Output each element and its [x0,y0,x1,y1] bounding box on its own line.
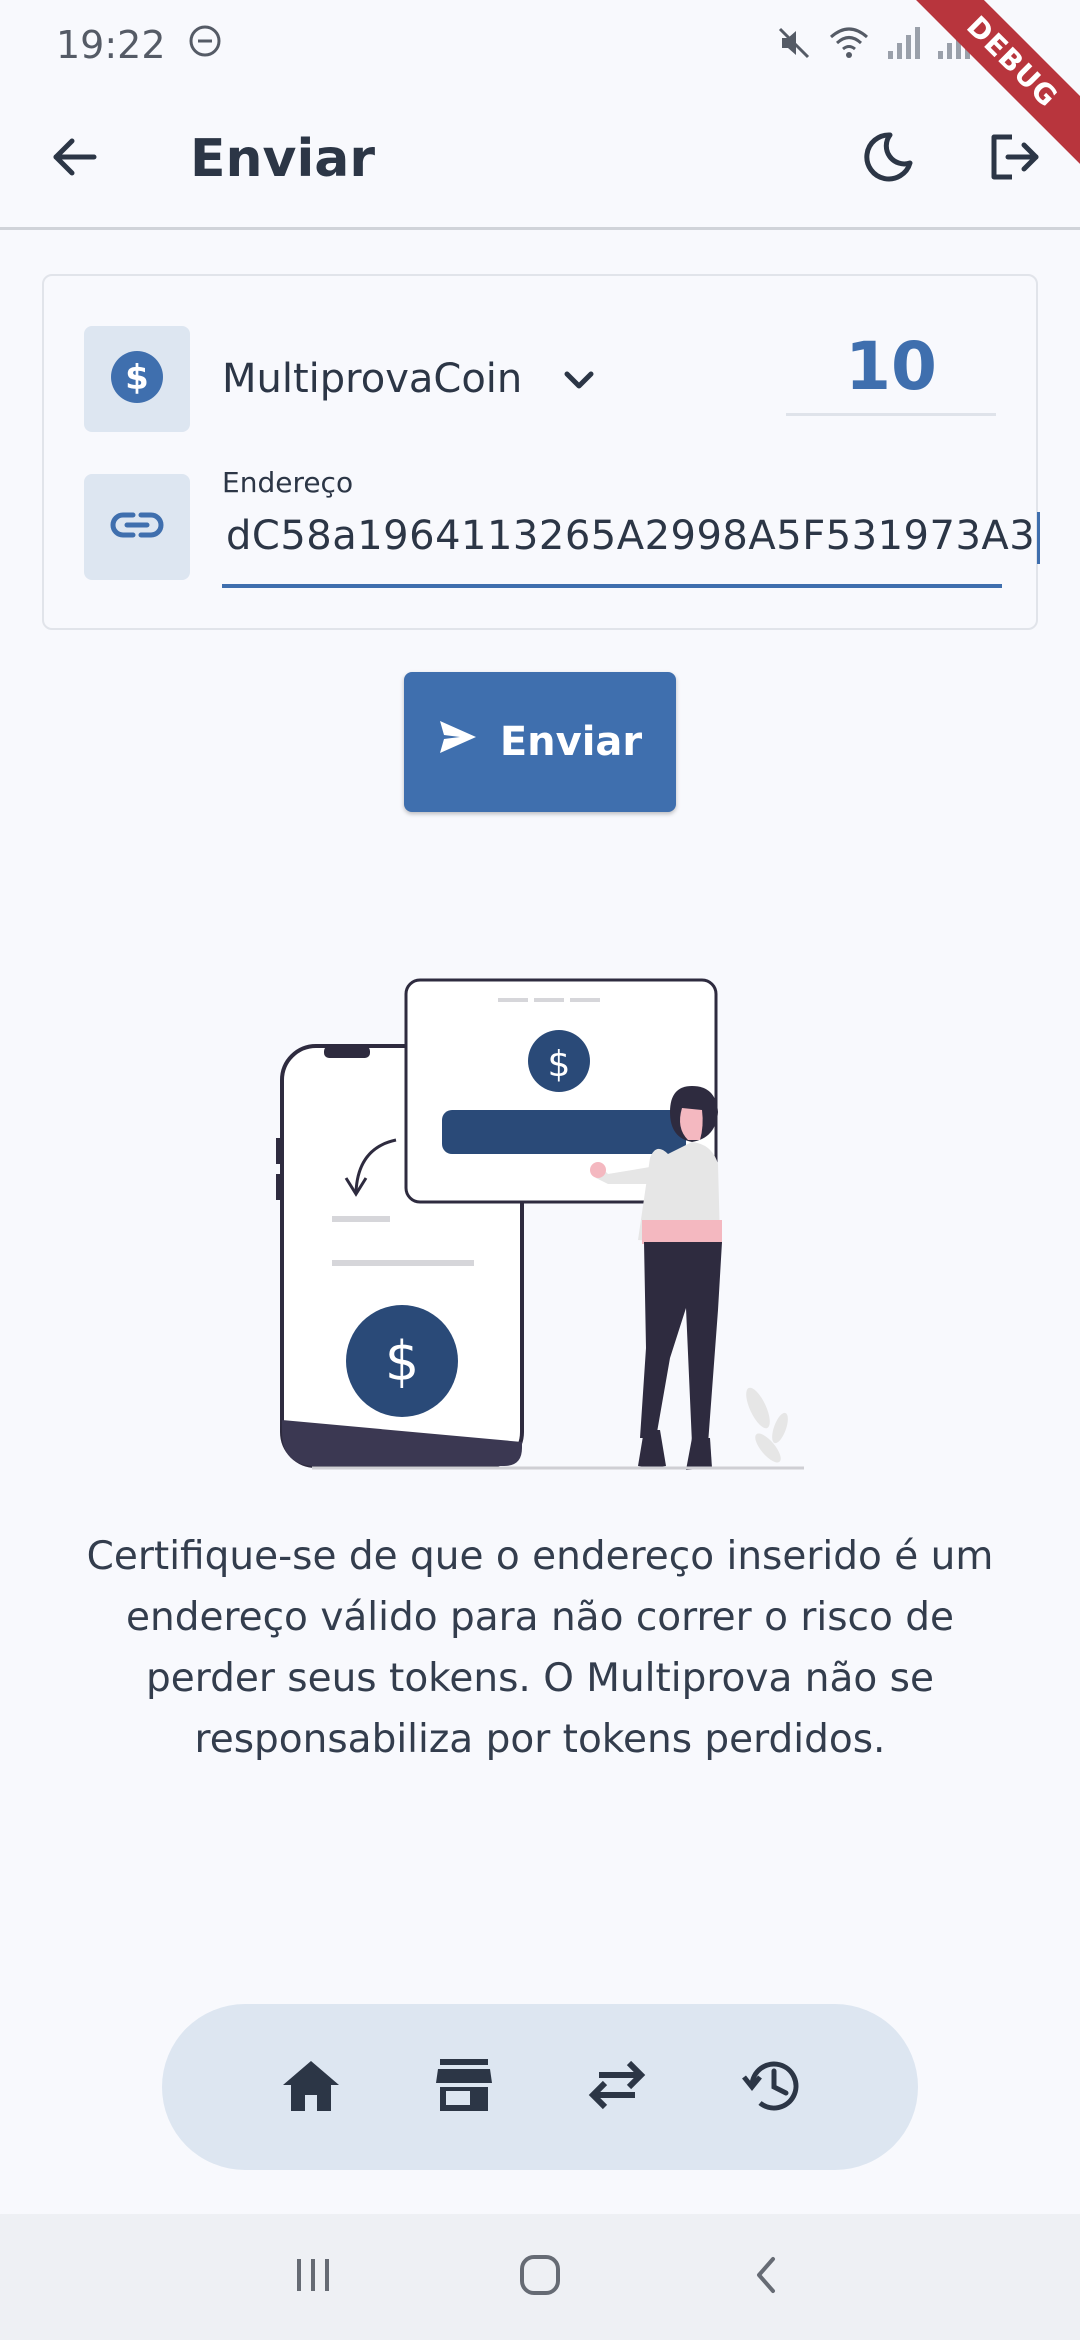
swap-icon [587,2057,647,2117]
nav-home[interactable] [256,2032,366,2142]
store-icon [434,2057,494,2117]
moon-icon [860,129,916,189]
token-dropdown[interactable]: MultiprovaCoin [222,342,596,416]
system-nav-bar [0,2214,1080,2340]
app-bar: Enviar [0,90,1080,230]
address-label: Endereço [222,466,354,499]
svg-text:$: $ [385,1330,419,1393]
warning-text: Certifique-se de que o endereço inserido… [86,1534,994,1762]
nav-store[interactable] [409,2032,519,2142]
send-form-card: $ MultiprovaCoin 10 Endereço dC58a196411… [42,274,1041,630]
status-time: 19:22 [56,23,166,67]
amount-input[interactable]: 10 [786,326,996,416]
bottom-nav [162,2004,918,2170]
address-value-text: dC58a1964113265A2998A5F531973A3 [226,513,1036,559]
back-chevron-icon[interactable] [745,2253,789,2301]
token-icon-tile: $ [84,326,190,432]
svg-text:$: $ [548,1044,571,1085]
home-icon [281,2057,341,2117]
dollar-coin-icon: $ [109,349,165,409]
theme-toggle-button[interactable] [838,109,938,209]
address-field[interactable]: Endereço dC58a1964113265A2998A5F531973A3 [222,466,1041,588]
mute-icon [776,25,812,65]
back-button[interactable] [24,109,124,209]
chevron-down-icon [562,356,596,402]
text-caret [1037,512,1041,564]
do-not-disturb-icon [188,23,222,67]
status-bar: 19:22 [0,0,1080,90]
wifi-icon [828,25,870,65]
home-circle-icon[interactable] [518,2253,562,2301]
send-icon [438,719,478,765]
link-icon [107,507,167,547]
page-title: Enviar [190,128,375,189]
nav-history[interactable] [715,2032,825,2142]
arrow-back-icon [48,131,100,187]
send-button[interactable]: Enviar [404,672,676,812]
recent-apps-icon[interactable] [291,2253,335,2301]
nav-transfer[interactable] [562,2032,672,2142]
signal-icon [886,25,920,65]
address-icon-tile [84,474,190,580]
send-illustration: $ $ [272,978,812,1488]
send-button-label: Enviar [499,719,643,765]
address-input[interactable]: dC58a1964113265A2998A5F531973A3 [226,512,1041,564]
svg-text:$: $ [125,358,149,398]
status-left: 19:22 [56,23,222,67]
history-icon [740,2057,800,2117]
logout-icon [986,129,1042,189]
token-selected-label: MultiprovaCoin [222,356,523,402]
